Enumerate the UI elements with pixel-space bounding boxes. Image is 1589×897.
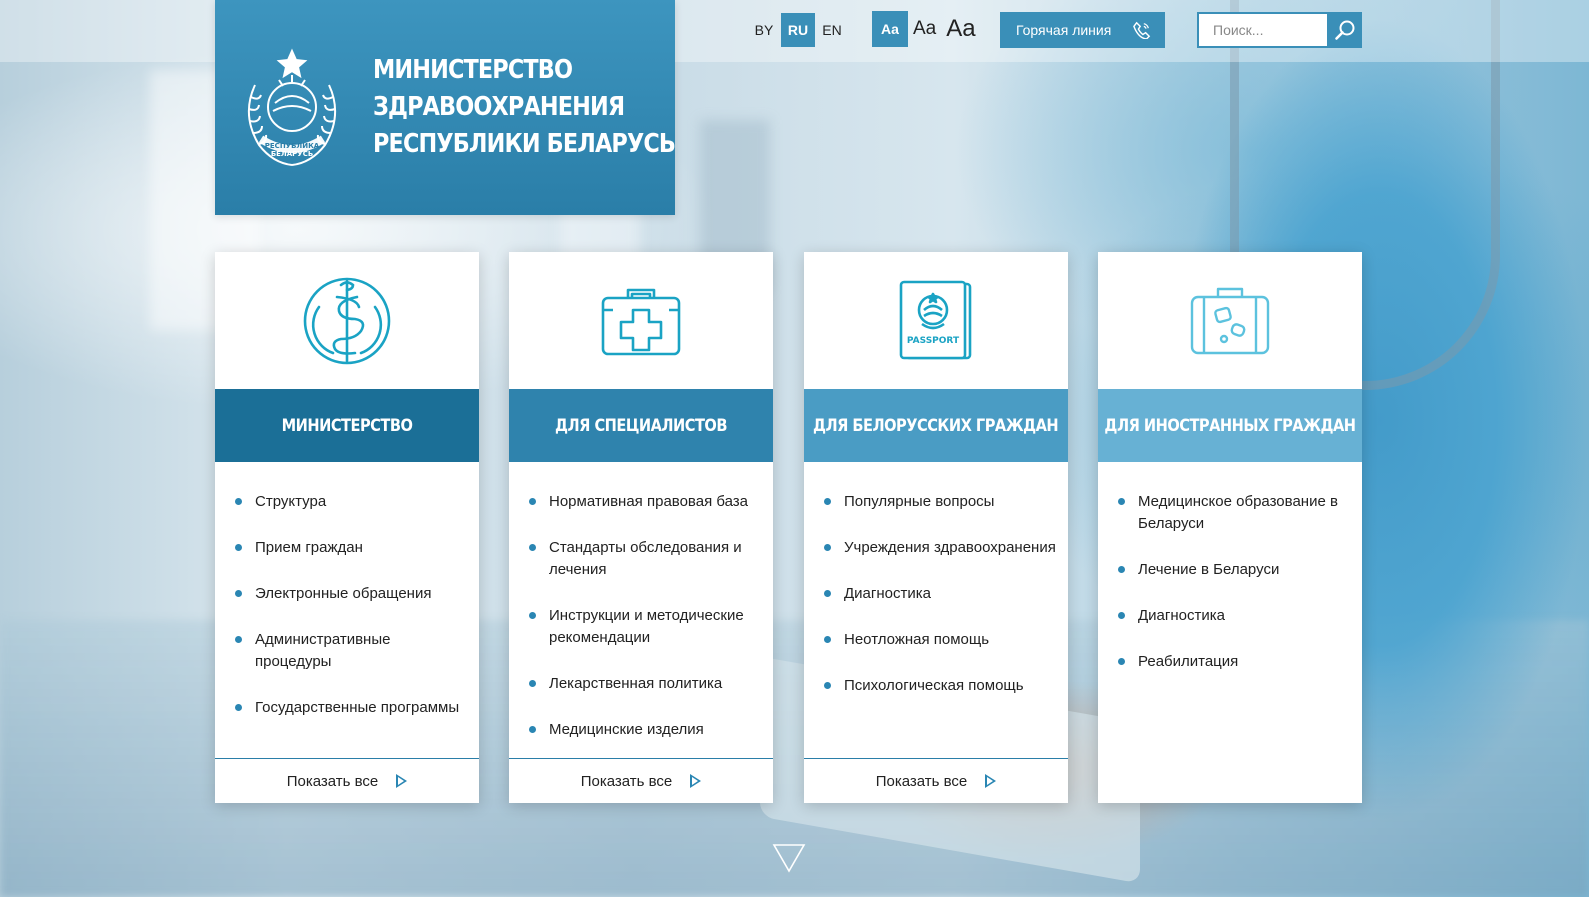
list-item[interactable]: Реабилитация [1118,651,1350,673]
list-item[interactable]: Медицинские изделия [529,719,761,741]
arrow-right-icon [985,774,997,788]
card-specialists: ДЛЯ СПЕЦИАЛИСТОВ Нормативная правовая ба… [509,252,773,803]
site-title-line-2: ЗДРАВООХРАНЕНИЯ [373,92,625,122]
font-size-switcher: Aa Aa Aa [872,11,981,47]
language-switcher: BY RU EN [747,13,849,47]
list-item[interactable]: Диагностика [1118,605,1350,627]
search-input[interactable] [1197,12,1327,48]
card-foreign-citizens-links: Медицинское образование в Беларуси Лечен… [1098,462,1362,673]
list-item[interactable]: Инструкции и методические рекомендации [529,605,761,649]
scroll-down-icon[interactable] [772,842,806,874]
show-all-label: Показать все [286,772,379,790]
list-item[interactable]: Неотложная помощь [824,629,1056,651]
font-size-small[interactable]: Aa [872,11,908,47]
list-item[interactable]: Популярные вопросы [824,491,1056,513]
lang-ru[interactable]: RU [781,13,815,47]
list-item[interactable]: Прием граждан [235,537,467,559]
card-icon-area: PASSPORT [804,252,1068,389]
caduceus-icon [303,277,391,364]
list-item[interactable]: Лечение в Беларуси [1118,559,1350,581]
card-ministry-title[interactable]: МИНИСТЕРСТВО [215,389,479,462]
card-belarus-citizens: PASSPORT ДЛЯ БЕЛОРУССКИХ ГРАЖДАН Популяр… [804,252,1068,803]
ministry-logo-block[interactable]: РЕСПУБЛИКА БЕЛАРУСЬ МИНИСТЕРСТВО ЗДРАВОО… [215,0,676,215]
show-all-button[interactable]: Показать все [804,758,1068,803]
show-all-button[interactable]: Показать все [215,758,479,803]
show-all-label: Показать все [875,772,968,790]
arrow-right-icon [690,774,702,788]
card-icon-area [1098,252,1362,389]
site-title-line-3: РЕСПУБЛИКИ БЕЛАРУСЬ [373,129,676,159]
search-button[interactable] [1327,12,1362,48]
show-all-label: Показать все [580,772,673,790]
state-emblem-icon: РЕСПУБЛИКА БЕЛАРУСЬ [247,48,337,166]
site-title-line-1: МИНИСТЕРСТВО [373,55,573,85]
list-item[interactable]: Государственные программы [235,697,467,719]
emblem-text-top: РЕСПУБЛИКА [265,142,320,150]
card-icon-area [509,252,773,389]
card-foreign-citizens-title[interactable]: ДЛЯ ИНОСТРАННЫХ ГРАЖДАН [1098,389,1362,462]
list-item[interactable]: Лекарственная политика [529,673,761,695]
card-belarus-citizens-links: Популярные вопросы Учреждения здравоохра… [804,462,1068,697]
hotline-button[interactable]: Горячая линия [1000,12,1165,48]
hotline-label: Горячая линия [1016,22,1112,38]
list-item[interactable]: Нормативная правовая база [529,491,761,513]
lang-by[interactable]: BY [747,13,781,47]
list-item[interactable]: Медицинское образование в Беларуси [1118,491,1350,535]
search-icon [1334,20,1354,40]
emblem-text-bottom: БЕЛАРУСЬ [271,150,313,158]
phone-icon [1133,21,1151,39]
first-aid-kit-icon [601,288,681,355]
list-item[interactable]: Диагностика [824,583,1056,605]
arrow-right-icon [396,774,408,788]
card-icon-area [215,252,479,389]
card-specialists-links: Нормативная правовая база Стандарты обсл… [509,462,773,741]
card-foreign-citizens: ДЛЯ ИНОСТРАННЫХ ГРАЖДАН Медицинское обра… [1098,252,1362,803]
list-item[interactable]: Электронные обращения [235,583,467,605]
font-size-medium[interactable]: Aa [908,11,941,47]
list-item[interactable]: Структура [235,491,467,513]
show-all-button[interactable]: Показать все [509,758,773,803]
lang-en[interactable]: EN [815,13,849,47]
card-ministry: МИНИСТЕРСТВО Структура Прием граждан Эле… [215,252,479,803]
list-item[interactable]: Учреждения здравоохранения [824,537,1056,559]
suitcase-icon [1190,287,1270,354]
search-form [1197,12,1362,48]
passport-icon-text: PASSPORT [907,336,960,346]
font-size-large[interactable]: Aa [941,11,980,47]
site-title: МИНИСТЕРСТВО ЗДРАВООХРАНЕНИЯ РЕСПУБЛИКИ … [373,52,676,163]
card-specialists-title[interactable]: ДЛЯ СПЕЦИАЛИСТОВ [509,389,773,462]
card-ministry-links: Структура Прием граждан Электронные обра… [215,462,479,719]
passport-icon: PASSPORT [899,280,972,359]
card-belarus-citizens-title[interactable]: ДЛЯ БЕЛОРУССКИХ ГРАЖДАН [804,389,1068,462]
list-item[interactable]: Психологическая помощь [824,675,1056,697]
list-item[interactable]: Административные процедуры [235,629,467,673]
list-item[interactable]: Стандарты обследования и лечения [529,537,761,581]
